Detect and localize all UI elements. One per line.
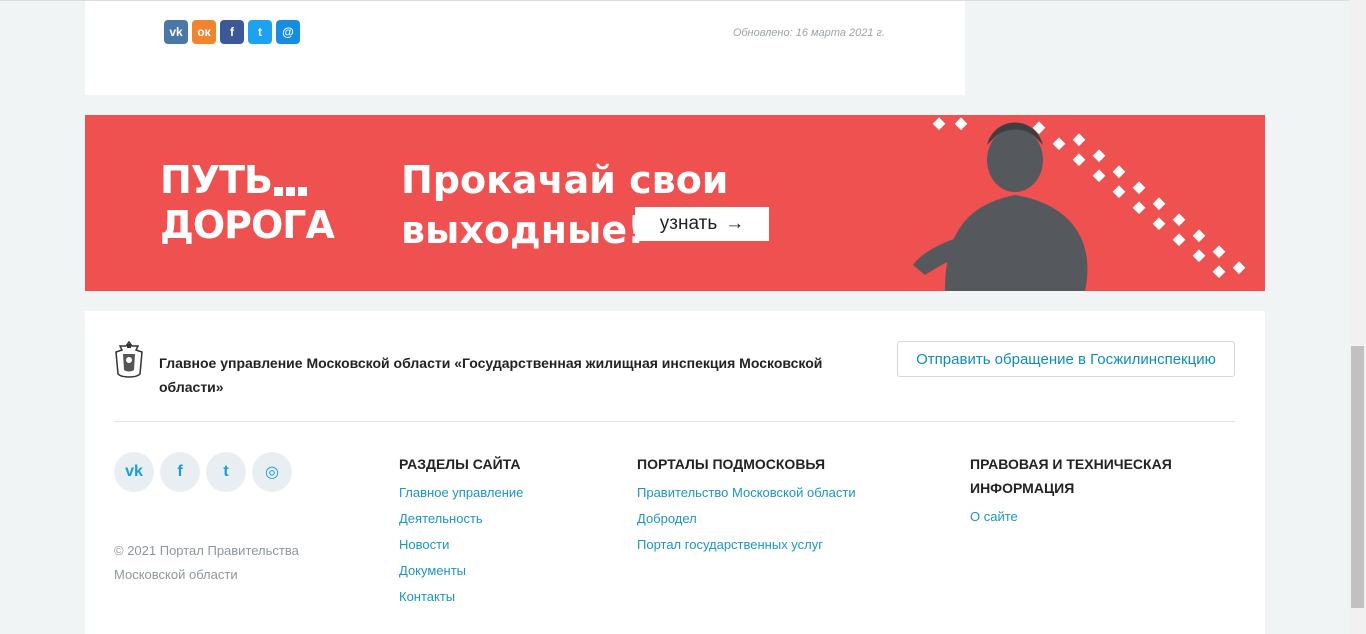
social-links: vk f t ◎ (114, 452, 292, 492)
brand-blocks-icon (274, 162, 310, 204)
footer-column-sections: РАЗДЕЛЫ САЙТА Главное управление Деятель… (399, 452, 619, 610)
footer-link-documents[interactable]: Документы (399, 558, 619, 584)
footer-link-contacts[interactable]: Контакты (399, 584, 619, 610)
vk-icon[interactable]: vk (114, 452, 154, 492)
facebook-icon[interactable]: f (220, 20, 244, 44)
share-buttons: vk ок f t @ (164, 20, 300, 44)
send-appeal-button[interactable]: Отправить обращение в Госжилинспекцию (897, 341, 1235, 377)
footer-link-government[interactable]: Правительство Московской области (637, 480, 937, 506)
footer-divider (114, 421, 1235, 422)
facebook-icon[interactable]: f (160, 452, 200, 492)
scrollbar-thumb[interactable] (1351, 346, 1364, 608)
arrow-right-icon: → (725, 213, 745, 234)
footer-link-news[interactable]: Новости (399, 532, 619, 558)
promo-banner[interactable]: ПУТЬ ДОРОГА Прокачай свои выходные! узна… (85, 115, 1265, 291)
footer-column-portals: ПОРТАЛЫ ПОДМОСКОВЬЯ Правительство Москов… (637, 452, 937, 558)
footer-link-gosuslugi[interactable]: Портал государственных услуг (637, 532, 937, 558)
brand-logo: ПУТЬ ДОРОГА (160, 158, 335, 247)
footer-link-dobrodel[interactable]: Добродел (637, 506, 937, 532)
vk-icon[interactable]: vk (164, 20, 188, 44)
column-title: ПРАВОВАЯ И ТЕХНИЧЕСКАЯ ИНФОРМАЦИЯ (970, 456, 1172, 496)
slogan-line1: Прокачай свои (401, 158, 729, 202)
twitter-icon[interactable]: t (206, 452, 246, 492)
banner-pattern-graphic (913, 117, 1246, 291)
site-footer: Главное управление Московской области «Г… (85, 311, 1265, 634)
article-card: vk ок f t @ Обновлено: 16 марта 2021 г. (85, 1, 965, 95)
learn-more-button[interactable]: узнать → (635, 207, 769, 241)
footer-link-activity[interactable]: Деятельность (399, 506, 619, 532)
column-title: ПОРТАЛЫ ПОДМОСКОВЬЯ (637, 456, 826, 472)
footer-link-about[interactable]: О сайте (970, 504, 1210, 530)
moimir-icon[interactable]: @ (276, 20, 300, 44)
column-title: РАЗДЕЛЫ САЙТА (399, 456, 521, 472)
footer-link-main-department[interactable]: Главное управление (399, 480, 619, 506)
organization-name: Главное управление Московской области «Г… (159, 355, 823, 395)
moscow-region-crest-icon (115, 340, 143, 378)
cta-label: узнать (659, 213, 718, 234)
updated-date: Обновлено: 16 марта 2021 г. (732, 27, 885, 39)
copyright: © 2021 Портал Правительства Московской о… (114, 543, 299, 582)
brand-line2: ДОРОГА (160, 202, 335, 247)
footer-column-legal: ПРАВОВАЯ И ТЕХНИЧЕСКАЯ ИНФОРМАЦИЯ О сайт… (970, 452, 1210, 530)
twitter-icon[interactable]: t (248, 20, 272, 44)
brand-line1: ПУТЬ (160, 158, 273, 202)
odnoklassniki-icon[interactable]: ок (192, 20, 216, 44)
instagram-icon[interactable]: ◎ (252, 452, 292, 492)
